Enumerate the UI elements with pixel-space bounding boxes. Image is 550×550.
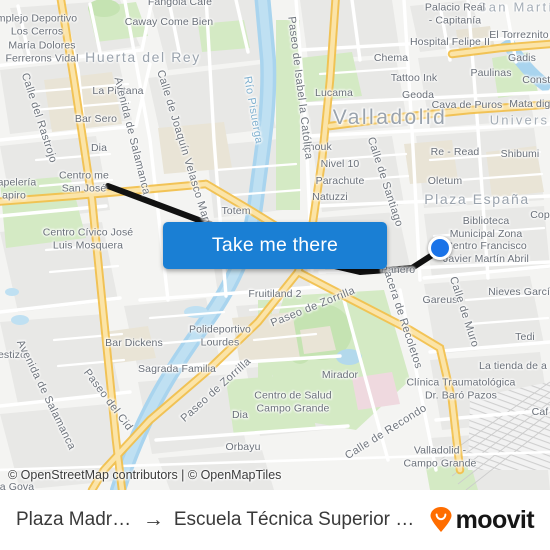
moovit-map-screen: Huerta del Rey Valladolid Universi San Mart… bbox=[0, 0, 550, 550]
attribution-text: © OpenStreetMap contributors | © OpenMap… bbox=[8, 468, 282, 482]
moovit-logo[interactable]: moovit bbox=[428, 505, 535, 535]
trip-summary-bar: Plaza Madrid F... → Escuela Técnica Supe… bbox=[0, 490, 550, 550]
moovit-pin-icon bbox=[430, 507, 452, 532]
origin-location-dot[interactable] bbox=[428, 236, 452, 260]
map-attribution[interactable]: © OpenStreetMap contributors | © OpenMap… bbox=[0, 462, 550, 488]
origin-label: Plaza Madrid F... bbox=[16, 509, 133, 530]
destination-label: Escuela Técnica Superior De Arq... bbox=[173, 509, 418, 530]
map-canvas[interactable]: Huerta del Rey Valladolid Universi San Mart… bbox=[0, 0, 550, 490]
trip-endpoints: Plaza Madrid F... → Escuela Técnica Supe… bbox=[16, 508, 418, 532]
arrow-icon: → bbox=[142, 508, 164, 531]
take-me-there-label: Take me there bbox=[211, 234, 339, 256]
moovit-wordmark: moovit bbox=[455, 505, 535, 534]
take-me-there-button[interactable]: Take me there bbox=[163, 222, 387, 269]
